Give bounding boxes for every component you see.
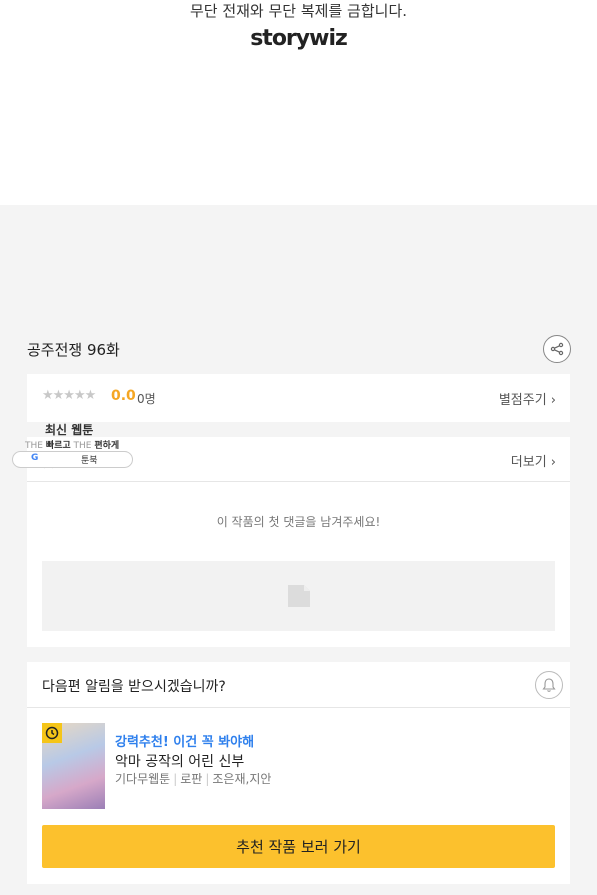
episode-title: 공주전쟁 96화 [27,341,120,359]
comments-more-link[interactable]: 더보기 › [511,451,556,470]
google-icon: G [31,453,39,463]
notify-question: 다음편 알림을 받으시겠습니까? [42,679,226,695]
clock-icon [42,723,62,743]
rating-card: ★★★★★ 0.0 0명 별점주기 › [27,374,570,422]
footer-area: 무단 전재와 무단 복제를 금합니다. storywiz [0,0,597,205]
notify-card: 다음편 알림을 받으시겠습니까? 강력추천! 이건 꼭 봐야해 악마 공작의 어… [27,662,570,884]
recommended-thumbnail[interactable] [42,723,105,809]
comment-input-box[interactable] [42,561,555,631]
notify-bell-button[interactable] [535,671,563,699]
recommended-meta: 기다무웹툰 | 로판 | 조은재,지안 [115,772,272,786]
rating-count: 0명 [137,392,156,406]
image-placeholder-icon [287,585,310,607]
bell-icon [542,678,556,692]
notify-header: 다음편 알림을 받으시겠습니까? [27,662,570,708]
view-recommendation-button[interactable]: 추천 작품 보러 가기 [42,825,555,868]
badge-title: 최신 웹툰 [45,423,94,437]
storywiz-logo: storywiz [250,26,348,51]
rate-button[interactable]: 별점주기 › [499,389,556,408]
recommendation-tag: 강력추천! 이건 꼭 봐야해 [115,735,255,750]
share-icon [550,342,564,356]
share-button[interactable] [543,335,571,363]
recommended-title[interactable]: 악마 공작의 어린 신부 [115,751,244,771]
toonbook-label: 툰북 [81,456,98,466]
rating-score: 0.0 [111,388,136,404]
recommended-work[interactable]: 강력추천! 이건 꼭 봐야해 악마 공작의 어린 신부 기다무웹툰 | 로판 | 조은재… [42,723,555,809]
latest-webtoon-badge[interactable]: 최신 웹툰 THE 빠르고 THE 편하게 G 툰북 [12,420,136,470]
rating-stars[interactable]: ★★★★★ [42,388,96,403]
empty-comment-text: 이 작품의 첫 댓글을 남겨주세요! [216,515,381,529]
copyright-notice: 무단 전재와 무단 복제를 금합니다. [189,2,408,20]
badge-pill[interactable]: G 툰북 [12,451,133,468]
badge-subtitle: THE 빠르고 THE 편하게 [25,441,120,451]
